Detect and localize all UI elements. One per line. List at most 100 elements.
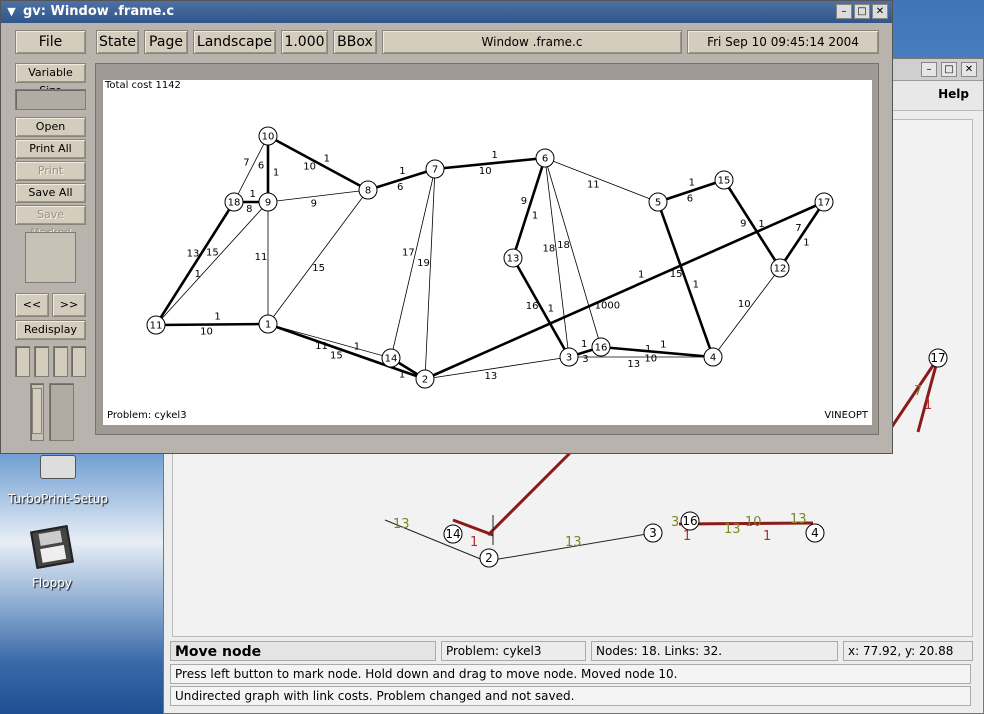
variable-size-button[interactable]: Variable Size	[15, 63, 86, 97]
status-bar: Move node Problem: cykel3 Nodes: 18. Lin…	[170, 641, 973, 661]
graph-node-label: 15	[718, 176, 731, 187]
graph-edge-6-13	[511, 157, 547, 259]
edge-label: 3	[671, 515, 679, 530]
edge-label: 13	[565, 535, 582, 550]
graph-node-label: 7	[432, 165, 438, 176]
edge-flow-label: 1	[214, 311, 220, 322]
scale-button[interactable]: 1.000	[281, 30, 328, 54]
maximize-icon[interactable]: □	[854, 4, 870, 19]
graph-edge-10-8	[267, 134, 369, 192]
edge-cost-label: 16	[526, 301, 539, 312]
edge-cost-label: 15	[206, 248, 219, 259]
edge-flow-label: 1	[195, 269, 201, 280]
edge-label: 1	[763, 529, 771, 544]
graph-node-label: 16	[682, 514, 697, 528]
desktop-icon-label: TurboPrint-Setup	[8, 492, 108, 506]
page-list-cell[interactable]	[15, 346, 30, 377]
vertical-scrollbar[interactable]	[30, 383, 44, 441]
help-menu[interactable]: Help	[938, 87, 969, 101]
chevron-down-icon[interactable]: ▼	[4, 4, 19, 19]
print-all-button[interactable]: Print All	[15, 139, 86, 159]
page-thumbnail[interactable]	[25, 232, 76, 283]
coords-label: x: 77.92, y: 20.88	[843, 641, 973, 661]
state-button[interactable]: State	[96, 30, 139, 54]
graph-node-label: 17	[818, 198, 831, 209]
edge-cost-label: 17	[402, 247, 415, 258]
edge-cost-label: 10	[479, 166, 492, 177]
edge-flow-label: 1	[638, 269, 644, 280]
scrollbar-thumb[interactable]	[32, 388, 42, 434]
file-button[interactable]: File	[15, 30, 86, 54]
minimize-icon[interactable]: –	[921, 62, 937, 77]
filename-label: Window .frame.c	[382, 30, 682, 54]
edge-flow-label: 1	[250, 189, 256, 200]
graph-node-label: 9	[265, 198, 271, 209]
edge-cost-label: 6	[258, 161, 264, 172]
window-titlebar[interactable]: ▼ gv: Window .frame.c – □ ✕	[1, 1, 892, 23]
edge-label: 10	[745, 515, 762, 530]
edge-label: 13	[790, 512, 807, 527]
previous-page-button[interactable]: <<	[15, 293, 49, 317]
save-all-button[interactable]: Save All	[15, 183, 86, 203]
mode-label: Move node	[170, 641, 436, 661]
edge-label: 1	[470, 535, 478, 550]
edge-cost-label: 11	[255, 252, 268, 263]
edge-cost-label: 10	[200, 327, 213, 338]
minimize-icon[interactable]: –	[836, 4, 852, 19]
open-button[interactable]: Open	[15, 117, 86, 137]
edge-cost-label: 8	[246, 204, 252, 215]
page-list-cell[interactable]	[71, 346, 86, 377]
turboprint-desktop-icon[interactable]: TurboPrint-Setup	[8, 455, 108, 506]
page-button[interactable]: Page	[144, 30, 188, 54]
close-icon[interactable]: ✕	[961, 62, 977, 77]
edge-cost-label: 13	[187, 249, 200, 260]
edge-cost-label: 11	[587, 179, 600, 190]
graph-node-label: 8	[365, 186, 371, 197]
desktop-icon-label: Floppy	[32, 576, 72, 590]
gv-window: ▼ gv: Window .frame.c – □ ✕ File State P…	[0, 0, 893, 454]
graph-node-label: 10	[262, 132, 275, 143]
bbox-button[interactable]: BBox	[333, 30, 377, 54]
orientation-button[interactable]: Landscape	[193, 30, 276, 54]
graph-node-label: 13	[507, 254, 520, 265]
graph-edge-6-5	[544, 157, 659, 203]
document-page[interactable]: Total cost 1142 Problem: cykel3 VINEOPT …	[103, 80, 872, 425]
edge-cost-label: 13	[627, 359, 640, 370]
printer-icon	[40, 455, 76, 479]
graph-node-label: 17	[930, 351, 945, 365]
edge-cost-label: 18	[557, 240, 570, 251]
graph-node-label: 11	[150, 321, 163, 332]
graph-node-label: 14	[385, 354, 398, 365]
page-indicator	[15, 89, 86, 110]
edge-cost-label: 13	[484, 371, 497, 382]
graph-node-label: 1	[265, 320, 271, 331]
floppy-desktop-icon[interactable]: Floppy	[12, 524, 92, 590]
print-marked-button[interactable]: Print Marked	[15, 161, 86, 195]
edge-flow-label: 1	[532, 210, 538, 221]
graph-node-label: 3	[566, 353, 572, 364]
graph-edge-18-11	[154, 201, 236, 326]
edge-label: 7	[914, 384, 922, 399]
page-list[interactable]	[49, 383, 74, 441]
redisplay-button[interactable]: Redisplay	[15, 320, 86, 340]
graph-node-label: 16	[595, 343, 608, 354]
edge-cost-label: 10	[738, 299, 751, 310]
window-title: gv: Window .frame.c	[23, 4, 175, 19]
edge-flow-label: 1	[758, 219, 764, 230]
date-label: Fri Sep 10 09:45:14 2004	[687, 30, 879, 54]
page-list-cell[interactable]	[53, 346, 68, 377]
save-marked-button[interactable]: Save Marked	[15, 205, 86, 239]
graph-edge-5-4	[656, 201, 715, 358]
maximize-icon[interactable]: □	[941, 62, 957, 77]
graph-edge-12-4	[712, 267, 781, 358]
graph-node-label: 5	[655, 198, 661, 209]
graph-edge-11-1	[155, 322, 269, 327]
edge-label: 1	[683, 529, 691, 544]
close-icon[interactable]: ✕	[872, 4, 888, 19]
page-list-cell[interactable]	[34, 346, 49, 377]
floppy-icon	[29, 524, 75, 570]
edge-cost-label: 6	[397, 182, 403, 193]
next-page-button[interactable]: >>	[52, 293, 86, 317]
edge-cost-label: 9	[311, 199, 317, 210]
graph-node-label: 12	[774, 264, 787, 275]
